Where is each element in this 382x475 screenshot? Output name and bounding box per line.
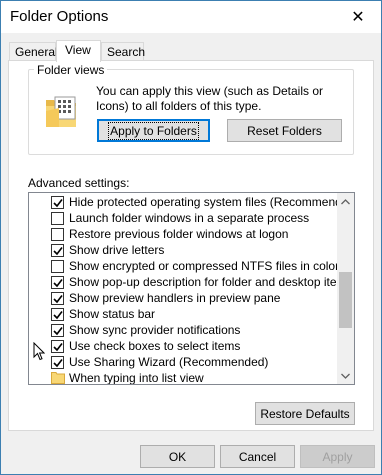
- ok-label: OK: [168, 449, 187, 464]
- mouse-cursor-icon: [33, 341, 46, 364]
- tab-view[interactable]: View: [56, 40, 101, 62]
- tab-general[interactable]: General: [9, 42, 58, 61]
- folder-icon: [51, 371, 65, 384]
- chevron-down-icon: [341, 373, 350, 379]
- tab-view-label: View: [65, 43, 91, 57]
- setting-checkbox-item[interactable]: Use Sharing Wizard (Recommended): [29, 354, 339, 370]
- setting-checkbox-item[interactable]: Use check boxes to select items: [29, 338, 339, 354]
- restore-defaults-label: Restore Defaults: [260, 406, 350, 421]
- setting-folder-item[interactable]: When typing into list view: [29, 370, 339, 385]
- reset-folders-button[interactable]: Reset Folders: [227, 119, 342, 142]
- apply-to-folders-button[interactable]: Apply to Folders: [97, 119, 210, 142]
- setting-checkbox-item[interactable]: Show sync provider notifications: [29, 322, 339, 338]
- setting-label: Restore previous folder windows at logon: [69, 227, 289, 241]
- setting-label: Show preview handlers in preview pane: [69, 291, 281, 305]
- scroll-down-arrow[interactable]: [337, 367, 354, 384]
- close-button[interactable]: ✕: [335, 1, 381, 32]
- setting-label: When typing into list view: [69, 371, 204, 385]
- setting-checkbox-item[interactable]: Show drive letters: [29, 242, 339, 258]
- apply-button[interactable]: Apply: [300, 445, 375, 468]
- checkbox-checked[interactable]: [51, 244, 64, 257]
- setting-checkbox-item[interactable]: Show encrypted or compressed NTFS files …: [29, 258, 339, 274]
- folder-views-icon: [45, 94, 77, 131]
- checkbox-unchecked[interactable]: [51, 228, 64, 241]
- setting-label: Show drive letters: [69, 243, 165, 257]
- cancel-label: Cancel: [238, 449, 277, 464]
- checkmark-icon: [53, 247, 63, 256]
- checkmark-icon: [53, 359, 63, 368]
- checkbox-checked[interactable]: [51, 196, 64, 209]
- tab-search-label: Search: [107, 45, 146, 59]
- folder-options-window: Folder Options ✕ General View Search Fol…: [0, 0, 382, 475]
- checkbox-unchecked[interactable]: [51, 212, 64, 225]
- setting-label: Show encrypted or compressed NTFS files …: [69, 259, 340, 273]
- setting-label: Use check boxes to select items: [69, 339, 241, 353]
- reset-folders-label: Reset Folders: [247, 123, 322, 138]
- checkbox-checked[interactable]: [51, 292, 64, 305]
- advanced-settings-label: Advanced settings:: [28, 176, 130, 190]
- setting-checkbox-item[interactable]: Show status bar: [29, 306, 339, 322]
- checkmark-icon: [53, 311, 63, 320]
- checkmark-icon: [53, 343, 63, 352]
- setting-checkbox-item[interactable]: Hide protected operating system files (R…: [29, 194, 354, 210]
- setting-label: Show pop-up description for folder and d…: [69, 275, 353, 289]
- checkmark-icon: [53, 279, 63, 288]
- list-scrollbar[interactable]: [337, 193, 354, 384]
- apply-label: Apply: [322, 449, 353, 464]
- checkbox-checked[interactable]: [51, 276, 64, 289]
- window-title: Folder Options: [10, 8, 109, 25]
- setting-checkbox-item[interactable]: Show preview handlers in preview pane: [29, 290, 339, 306]
- restore-defaults-button[interactable]: Restore Defaults: [255, 402, 355, 425]
- folder-views-label: Folder views: [34, 63, 108, 77]
- apply-to-folders-label: Apply to Folders: [108, 121, 199, 140]
- ok-button[interactable]: OK: [140, 445, 215, 468]
- checkbox-unchecked[interactable]: [51, 260, 64, 273]
- checkbox-checked[interactable]: [51, 356, 64, 369]
- checkmark-icon: [53, 327, 63, 336]
- cancel-button[interactable]: Cancel: [220, 445, 295, 468]
- folder-views-description: You can apply this view (such as Details…: [96, 84, 324, 113]
- checkmark-icon: [53, 199, 63, 208]
- setting-checkbox-item[interactable]: Launch folder windows in a separate proc…: [29, 210, 339, 226]
- title-bar: Folder Options ✕: [1, 1, 381, 33]
- setting-label: Show sync provider notifications: [69, 323, 241, 337]
- close-icon: ✕: [351, 8, 365, 26]
- chevron-up-icon: [341, 198, 350, 204]
- checkbox-checked[interactable]: [51, 340, 64, 353]
- checkbox-checked[interactable]: [51, 324, 64, 337]
- setting-checkbox-item[interactable]: Restore previous folder windows at logon: [29, 226, 339, 242]
- tab-search[interactable]: Search: [101, 42, 146, 61]
- setting-label: Show status bar: [69, 307, 156, 321]
- checkbox-checked[interactable]: [51, 308, 64, 321]
- tab-general-label: General: [15, 45, 58, 59]
- scroll-up-arrow[interactable]: [337, 193, 354, 210]
- setting-label: Launch folder windows in a separate proc…: [69, 211, 310, 225]
- setting-checkbox-item[interactable]: Show pop-up description for folder and d…: [29, 274, 353, 290]
- setting-label: Use Sharing Wizard (Recommended): [69, 355, 269, 369]
- scroll-thumb[interactable]: [339, 272, 352, 328]
- setting-label: Hide protected operating system files (R…: [69, 195, 355, 209]
- advanced-settings-list[interactable]: Hide protected operating system files (R…: [28, 192, 355, 385]
- checkmark-icon: [53, 295, 63, 304]
